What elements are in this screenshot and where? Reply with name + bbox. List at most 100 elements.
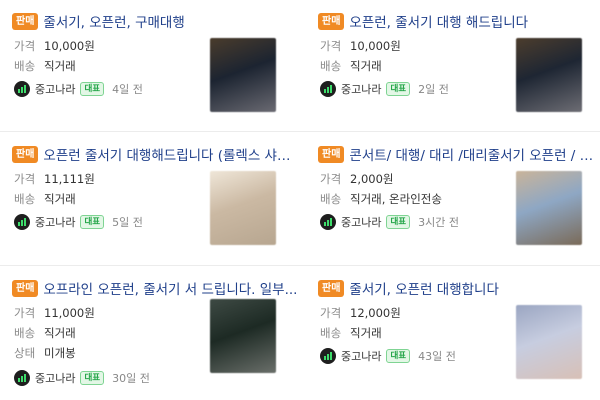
delivery-label: 배송 bbox=[14, 192, 36, 206]
price-row: 가격 11,111원 bbox=[14, 171, 95, 187]
price-value: 10,000원 bbox=[44, 39, 95, 53]
price-label: 가격 bbox=[320, 39, 342, 53]
delivery-row: 배송 직거래 bbox=[14, 58, 76, 74]
listing-title[interactable]: 줄서기, 오픈런, 구매대행 bbox=[43, 11, 184, 31]
price-row: 가격 2,000원 bbox=[320, 171, 394, 187]
price-value: 12,000원 bbox=[350, 306, 401, 320]
rep-badge: 대표 bbox=[80, 215, 105, 229]
junggonara-logo-icon bbox=[320, 348, 336, 364]
listing-thumbnail[interactable] bbox=[516, 171, 582, 245]
row-divider bbox=[0, 131, 600, 132]
price-label: 가격 bbox=[14, 306, 36, 320]
listing-card[interactable]: 판매 줄서기, 오픈런 대행합니다가격 12,000원배송 직거래중고나라 대표 43일 … bbox=[318, 277, 600, 395]
listing-card[interactable]: 판매 오프라인 오픈런, 줄서기 서 드립니다. 일부... 가격 11,000원배송… bbox=[12, 277, 300, 395]
delivery-value: 직거래 bbox=[44, 192, 76, 206]
listing-thumbnail[interactable] bbox=[516, 305, 582, 379]
delivery-label: 배송 bbox=[14, 59, 36, 73]
listing-title-row[interactable]: 판매 오픈런 줄서기 대행해드립니다 (롤렉스 샤넬... bbox=[12, 143, 298, 165]
listing-title-row[interactable]: 판매 줄서기, 오픈런, 구매대행 bbox=[12, 10, 298, 32]
price-row: 가격 10,000원 bbox=[14, 38, 95, 54]
junggonara-logo-icon bbox=[14, 214, 30, 230]
delivery-row: 배송 직거래 bbox=[320, 58, 382, 74]
posted-time: 5일 전 bbox=[112, 216, 143, 229]
source-row: 중고나라 대표 5일 전 bbox=[14, 213, 143, 231]
posted-time: 4일 전 bbox=[112, 83, 143, 96]
delivery-value: 직거래 bbox=[350, 326, 382, 340]
sale-badge: 판매 bbox=[12, 12, 39, 30]
delivery-value: 직거래 bbox=[44, 59, 76, 73]
listing-thumbnail[interactable] bbox=[210, 299, 276, 373]
listing-title-row[interactable]: 판매 오픈런, 줄서기 대행 해드립니다 bbox=[318, 10, 600, 32]
posted-time: 30일 전 bbox=[112, 372, 150, 385]
listing-title[interactable]: 오픈런, 줄서기 대행 해드립니다 bbox=[349, 11, 528, 31]
price-value: 11,111원 bbox=[44, 172, 95, 186]
delivery-label: 배송 bbox=[320, 192, 342, 206]
price-value: 2,000원 bbox=[350, 172, 394, 186]
source-name[interactable]: 중고나라 bbox=[341, 81, 381, 97]
posted-time: 3시간 전 bbox=[418, 216, 459, 229]
source-row: 중고나라 대표 4일 전 bbox=[14, 80, 143, 98]
posted-time: 2일 전 bbox=[418, 83, 449, 96]
rep-badge: 대표 bbox=[386, 82, 411, 96]
sale-badge: 판매 bbox=[318, 145, 345, 163]
delivery-row: 배송 직거래, 온라인전송 bbox=[320, 191, 442, 207]
listing-card[interactable]: 판매 오픈런 줄서기 대행해드립니다 (롤렉스 샤넬... 가격 11,111원배송 직… bbox=[12, 143, 300, 261]
price-label: 가격 bbox=[14, 39, 36, 53]
junggonara-logo-icon bbox=[14, 370, 30, 386]
listing-title[interactable]: 오픈런 줄서기 대행해드립니다 (롤렉스 샤넬... bbox=[43, 144, 298, 164]
price-label: 가격 bbox=[320, 306, 342, 320]
rep-badge: 대표 bbox=[80, 82, 105, 96]
listing-card[interactable]: 판매 오픈런, 줄서기 대행 해드립니다가격 10,000원배송 직거래중고나라 대표 2… bbox=[318, 10, 600, 128]
source-row: 중고나라 대표 3시간 전 bbox=[320, 213, 459, 231]
price-row: 가격 12,000원 bbox=[320, 305, 401, 321]
delivery-value: 직거래 bbox=[350, 59, 382, 73]
delivery-label: 배송 bbox=[320, 59, 342, 73]
status-label: 상태 bbox=[14, 346, 36, 360]
source-name[interactable]: 중고나라 bbox=[341, 348, 381, 364]
sale-badge: 판매 bbox=[12, 145, 39, 163]
status-value: 미개봉 bbox=[44, 346, 76, 360]
delivery-value: 직거래, 온라인전송 bbox=[350, 192, 442, 206]
listing-card[interactable]: 판매 줄서기, 오픈런, 구매대행가격 10,000원배송 직거래중고나라 대표 4일 전 bbox=[12, 10, 300, 128]
sale-badge: 판매 bbox=[12, 279, 39, 297]
delivery-value: 직거래 bbox=[44, 326, 76, 340]
listing-thumbnail[interactable] bbox=[516, 38, 582, 112]
source-name[interactable]: 중고나라 bbox=[35, 370, 75, 386]
price-label: 가격 bbox=[320, 172, 342, 186]
listing-grid: 판매 줄서기, 오픈런, 구매대행 가격 10,000원 배송 직거래 중고나라 대표 4일 전… bbox=[0, 0, 600, 400]
source-row: 중고나라 대표 30일 전 bbox=[14, 369, 150, 387]
sale-badge: 판매 bbox=[318, 12, 345, 30]
sale-badge: 판매 bbox=[318, 279, 345, 297]
rep-badge: 대표 bbox=[80, 371, 105, 385]
listing-thumbnail[interactable] bbox=[210, 38, 276, 112]
rep-badge: 대표 bbox=[386, 349, 411, 363]
source-name[interactable]: 중고나라 bbox=[35, 214, 75, 230]
listing-card[interactable]: 판매 콘서트/ 대행/ 대리 /대리줄서기 오픈런 / 줄... 가격 2,000원배… bbox=[318, 143, 600, 261]
delivery-label: 배송 bbox=[320, 326, 342, 340]
source-name[interactable]: 중고나라 bbox=[341, 214, 381, 230]
listing-title[interactable]: 줄서기, 오픈런 대행합니다 bbox=[349, 278, 499, 298]
source-name[interactable]: 중고나라 bbox=[35, 81, 75, 97]
listing-title-row[interactable]: 판매 콘서트/ 대행/ 대리 /대리줄서기 오픈런 / 줄... bbox=[318, 143, 600, 165]
listing-title-row[interactable]: 판매 줄서기, 오픈런 대행합니다 bbox=[318, 277, 600, 299]
junggonara-logo-icon bbox=[14, 81, 30, 97]
junggonara-logo-icon bbox=[320, 214, 336, 230]
listing-title-row[interactable]: 판매 오프라인 오픈런, 줄서기 서 드립니다. 일부... bbox=[12, 277, 298, 299]
price-value: 11,000원 bbox=[44, 306, 95, 320]
junggonara-logo-icon bbox=[320, 81, 336, 97]
source-row: 중고나라 대표 2일 전 bbox=[320, 80, 449, 98]
price-row: 가격 10,000원 bbox=[320, 38, 401, 54]
delivery-label: 배송 bbox=[14, 326, 36, 340]
delivery-row: 배송 직거래 bbox=[14, 325, 76, 341]
status-row: 상태 미개봉 bbox=[14, 345, 76, 361]
listing-title[interactable]: 콘서트/ 대행/ 대리 /대리줄서기 오픈런 / 줄... bbox=[349, 144, 600, 164]
row-divider bbox=[0, 265, 600, 266]
delivery-row: 배송 직거래 bbox=[14, 191, 76, 207]
delivery-row: 배송 직거래 bbox=[320, 325, 382, 341]
price-label: 가격 bbox=[14, 172, 36, 186]
listing-thumbnail[interactable] bbox=[210, 171, 276, 245]
listing-title[interactable]: 오프라인 오픈런, 줄서기 서 드립니다. 일부... bbox=[43, 278, 297, 298]
source-row: 중고나라 대표 43일 전 bbox=[320, 347, 456, 365]
posted-time: 43일 전 bbox=[418, 350, 456, 363]
rep-badge: 대표 bbox=[386, 215, 411, 229]
